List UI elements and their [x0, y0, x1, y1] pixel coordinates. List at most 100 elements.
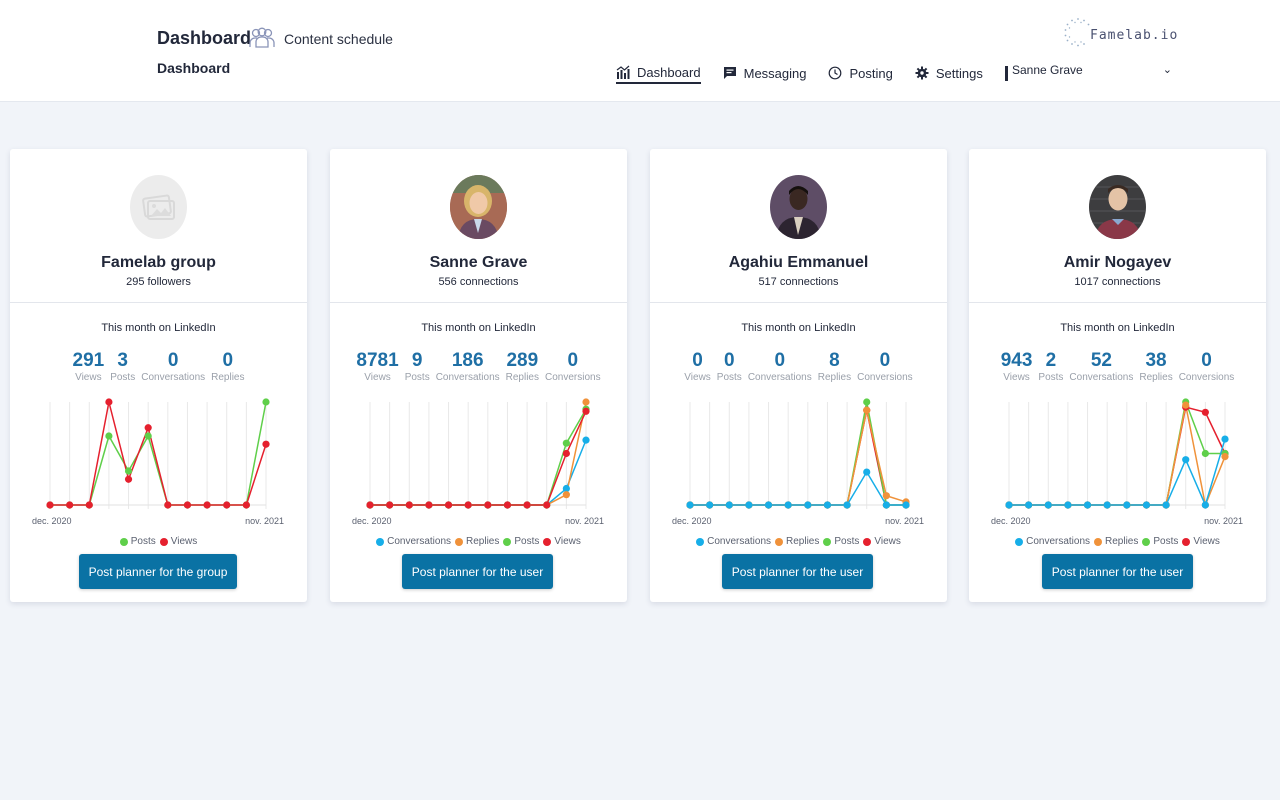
data-point-views[interactable] [543, 501, 551, 509]
data-point-replies[interactable] [562, 491, 570, 499]
legend-item-views[interactable]: Views [159, 536, 197, 547]
data-point-replies[interactable] [882, 492, 890, 500]
data-point-conversations[interactable] [1025, 501, 1033, 509]
legend-item-posts[interactable]: Posts [1142, 536, 1178, 547]
group-icon[interactable] [249, 27, 275, 49]
data-point-views[interactable] [85, 501, 93, 509]
data-point-views[interactable] [203, 501, 211, 509]
section-title: This month on LinkedIn [741, 322, 856, 334]
data-point-conversations[interactable] [843, 501, 851, 509]
data-point-posts[interactable] [262, 398, 270, 406]
data-point-views[interactable] [124, 475, 133, 483]
data-point-views[interactable] [1201, 408, 1209, 416]
data-point-conversations[interactable] [804, 501, 812, 509]
data-point-views[interactable] [144, 424, 152, 432]
data-point-views[interactable] [105, 398, 113, 406]
legend-item-replies[interactable]: Replies [775, 536, 819, 547]
data-point-conversations[interactable] [823, 501, 832, 509]
legend-item-posts[interactable]: Posts [823, 536, 859, 547]
data-point-conversations[interactable] [1083, 501, 1092, 509]
data-point-views[interactable] [66, 501, 74, 509]
legend-item-views[interactable]: Views [1182, 536, 1220, 547]
nav-messaging[interactable]: Messaging [723, 58, 806, 84]
data-point-views[interactable] [242, 501, 250, 509]
data-point-views[interactable] [386, 501, 394, 509]
data-point-replies[interactable] [1221, 452, 1229, 461]
stat-value: 38 [1145, 350, 1167, 371]
data-point-views[interactable] [425, 501, 433, 509]
data-point-conversations[interactable] [764, 501, 773, 509]
legend-item-replies[interactable]: Replies [1094, 536, 1138, 547]
data-point-views[interactable] [183, 501, 192, 509]
data-point-conversations[interactable] [1142, 501, 1151, 509]
legend-dot-icon [455, 537, 464, 546]
series-line-posts [1009, 399, 1225, 506]
data-point-conversations[interactable] [863, 468, 871, 476]
data-point-conversations[interactable] [1162, 501, 1170, 509]
legend-item-posts[interactable]: Posts [119, 536, 156, 547]
data-point-views[interactable] [523, 501, 531, 509]
post-planner-user-button[interactable]: Post planner for the user [722, 554, 873, 589]
data-point-conversations[interactable] [706, 501, 714, 509]
data-point-views[interactable] [484, 501, 492, 509]
data-point-conversations[interactable] [1221, 435, 1229, 443]
stats-row: 0 Views 0 Posts 0 Conversations 8 Replies 0 Conve… [650, 351, 947, 385]
data-point-views[interactable] [262, 440, 270, 448]
data-point-conversations[interactable] [745, 501, 753, 509]
stat-posts: 9 Posts [402, 351, 433, 385]
data-point-posts[interactable] [105, 432, 113, 440]
legend-item-replies[interactable]: Replies [455, 536, 499, 547]
post-planner-group-button[interactable]: Post planner for the group [79, 554, 237, 589]
post-planner-user-button[interactable]: Post planner for the user [1042, 554, 1193, 589]
post-planner-user-button[interactable]: Post planner for the user [402, 554, 553, 589]
legend-item-views[interactable]: Views [863, 536, 901, 547]
data-point-views[interactable] [444, 501, 453, 509]
data-point-conversations[interactable] [1064, 501, 1072, 509]
data-point-views[interactable] [464, 501, 472, 509]
x-tick-label-last: nov. 2021 [885, 516, 924, 526]
data-point-views[interactable] [164, 501, 172, 509]
data-point-conversations[interactable] [882, 501, 890, 509]
data-point-views[interactable] [562, 449, 570, 458]
legend-item-conversations[interactable]: Conversations [696, 536, 771, 547]
legend-item-views[interactable]: Views [543, 536, 581, 547]
data-point-posts[interactable] [863, 398, 871, 406]
data-point-replies[interactable] [1182, 401, 1190, 409]
data-point-replies[interactable] [582, 398, 590, 406]
data-point-conversations[interactable] [1044, 501, 1052, 509]
content-schedule-link[interactable]: Content schedule [284, 31, 393, 47]
data-point-posts[interactable] [124, 467, 133, 475]
data-point-views[interactable] [366, 501, 374, 509]
data-point-views[interactable] [46, 501, 54, 509]
data-point-posts[interactable] [562, 439, 570, 447]
data-point-posts[interactable] [144, 432, 152, 440]
data-point-views[interactable] [503, 501, 512, 509]
stat-label: Replies [211, 372, 245, 383]
nav-posting[interactable]: Posting [828, 58, 893, 84]
data-point-conversations[interactable] [902, 501, 910, 509]
user-select[interactable]: Sanne Grave ⌄ [1012, 63, 1178, 83]
data-point-conversations[interactable] [1201, 501, 1209, 509]
data-point-conversations[interactable] [582, 436, 590, 444]
nav-dashboard[interactable]: Dashboard [616, 58, 701, 84]
data-point-conversations[interactable] [1103, 501, 1111, 509]
data-point-replies[interactable] [863, 406, 871, 414]
data-point-posts[interactable] [1201, 449, 1209, 458]
data-point-conversations[interactable] [725, 501, 733, 509]
legend-item-conversations[interactable]: Conversations [376, 536, 451, 547]
legend-item-posts[interactable]: Posts [503, 536, 539, 547]
data-point-views[interactable] [582, 407, 590, 415]
data-point-conversations[interactable] [1182, 456, 1190, 464]
stat-conversions: 0 Conversions [1176, 351, 1238, 385]
data-point-conversations[interactable] [1123, 501, 1131, 509]
legend-item-conversations[interactable]: Conversations [1015, 536, 1090, 547]
nav-settings[interactable]: Settings [915, 58, 983, 84]
data-point-views[interactable] [223, 501, 231, 509]
breadcrumb: Dashboard [157, 60, 231, 76]
data-point-conversations[interactable] [686, 501, 694, 509]
data-point-conversations[interactable] [1005, 501, 1013, 509]
data-point-conversations[interactable] [784, 501, 792, 509]
data-point-views[interactable] [405, 501, 413, 509]
famelab-logo[interactable]: Famelab.io [1062, 16, 1182, 50]
data-point-conversations[interactable] [562, 484, 570, 493]
